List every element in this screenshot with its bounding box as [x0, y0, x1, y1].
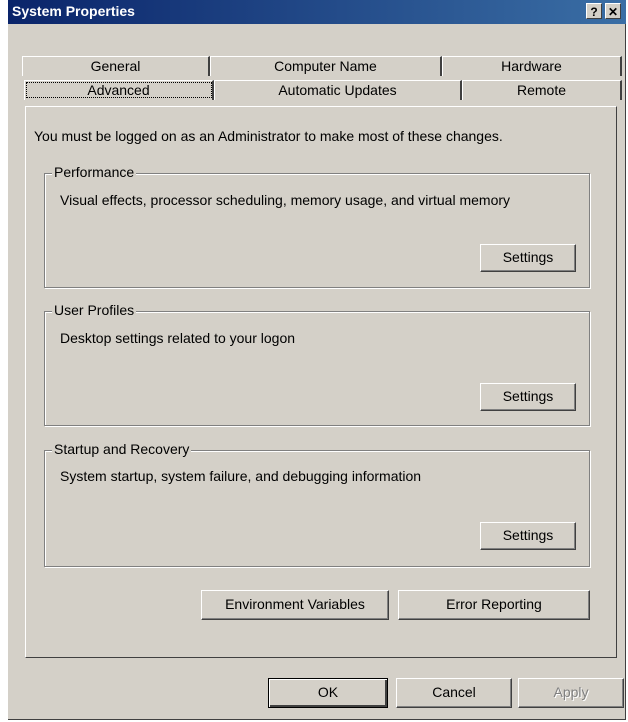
admin-notice: You must be logged on as an Administrato…	[34, 128, 503, 144]
tab-advanced[interactable]: Advanced	[24, 80, 214, 100]
title-bar[interactable]: System Properties ? ✕	[8, 0, 626, 24]
startup-recovery-legend: Startup and Recovery	[52, 441, 192, 457]
startup-recovery-description: System startup, system failure, and debu…	[60, 468, 422, 484]
close-button[interactable]: ✕	[605, 3, 621, 19]
performance-settings-button[interactable]: Settings	[480, 244, 576, 272]
window-title: System Properties	[12, 3, 135, 19]
user-profiles-description: Desktop settings related to your logon	[60, 330, 296, 346]
tab-general[interactable]: General	[22, 56, 210, 76]
error-reporting-button[interactable]: Error Reporting	[398, 590, 590, 620]
cancel-button[interactable]: Cancel	[396, 678, 512, 708]
tab-hardware[interactable]: Hardware	[442, 56, 622, 76]
performance-description: Visual effects, processor scheduling, me…	[60, 192, 511, 208]
performance-legend: Performance	[52, 164, 137, 180]
startup-recovery-settings-button[interactable]: Settings	[480, 522, 576, 550]
tab-computer-name[interactable]: Computer Name	[210, 56, 442, 76]
tab-automatic-updates[interactable]: Automatic Updates	[214, 80, 462, 100]
user-profiles-settings-button[interactable]: Settings	[480, 383, 576, 411]
ok-button[interactable]: OK	[268, 678, 388, 708]
tab-remote[interactable]: Remote	[462, 80, 622, 100]
system-properties-dialog: System Properties ? ✕ General Computer N…	[8, 0, 626, 720]
environment-variables-button[interactable]: Environment Variables	[201, 590, 389, 620]
apply-button[interactable]: Apply	[518, 678, 624, 708]
user-profiles-legend: User Profiles	[52, 302, 137, 318]
help-button[interactable]: ?	[586, 3, 602, 19]
